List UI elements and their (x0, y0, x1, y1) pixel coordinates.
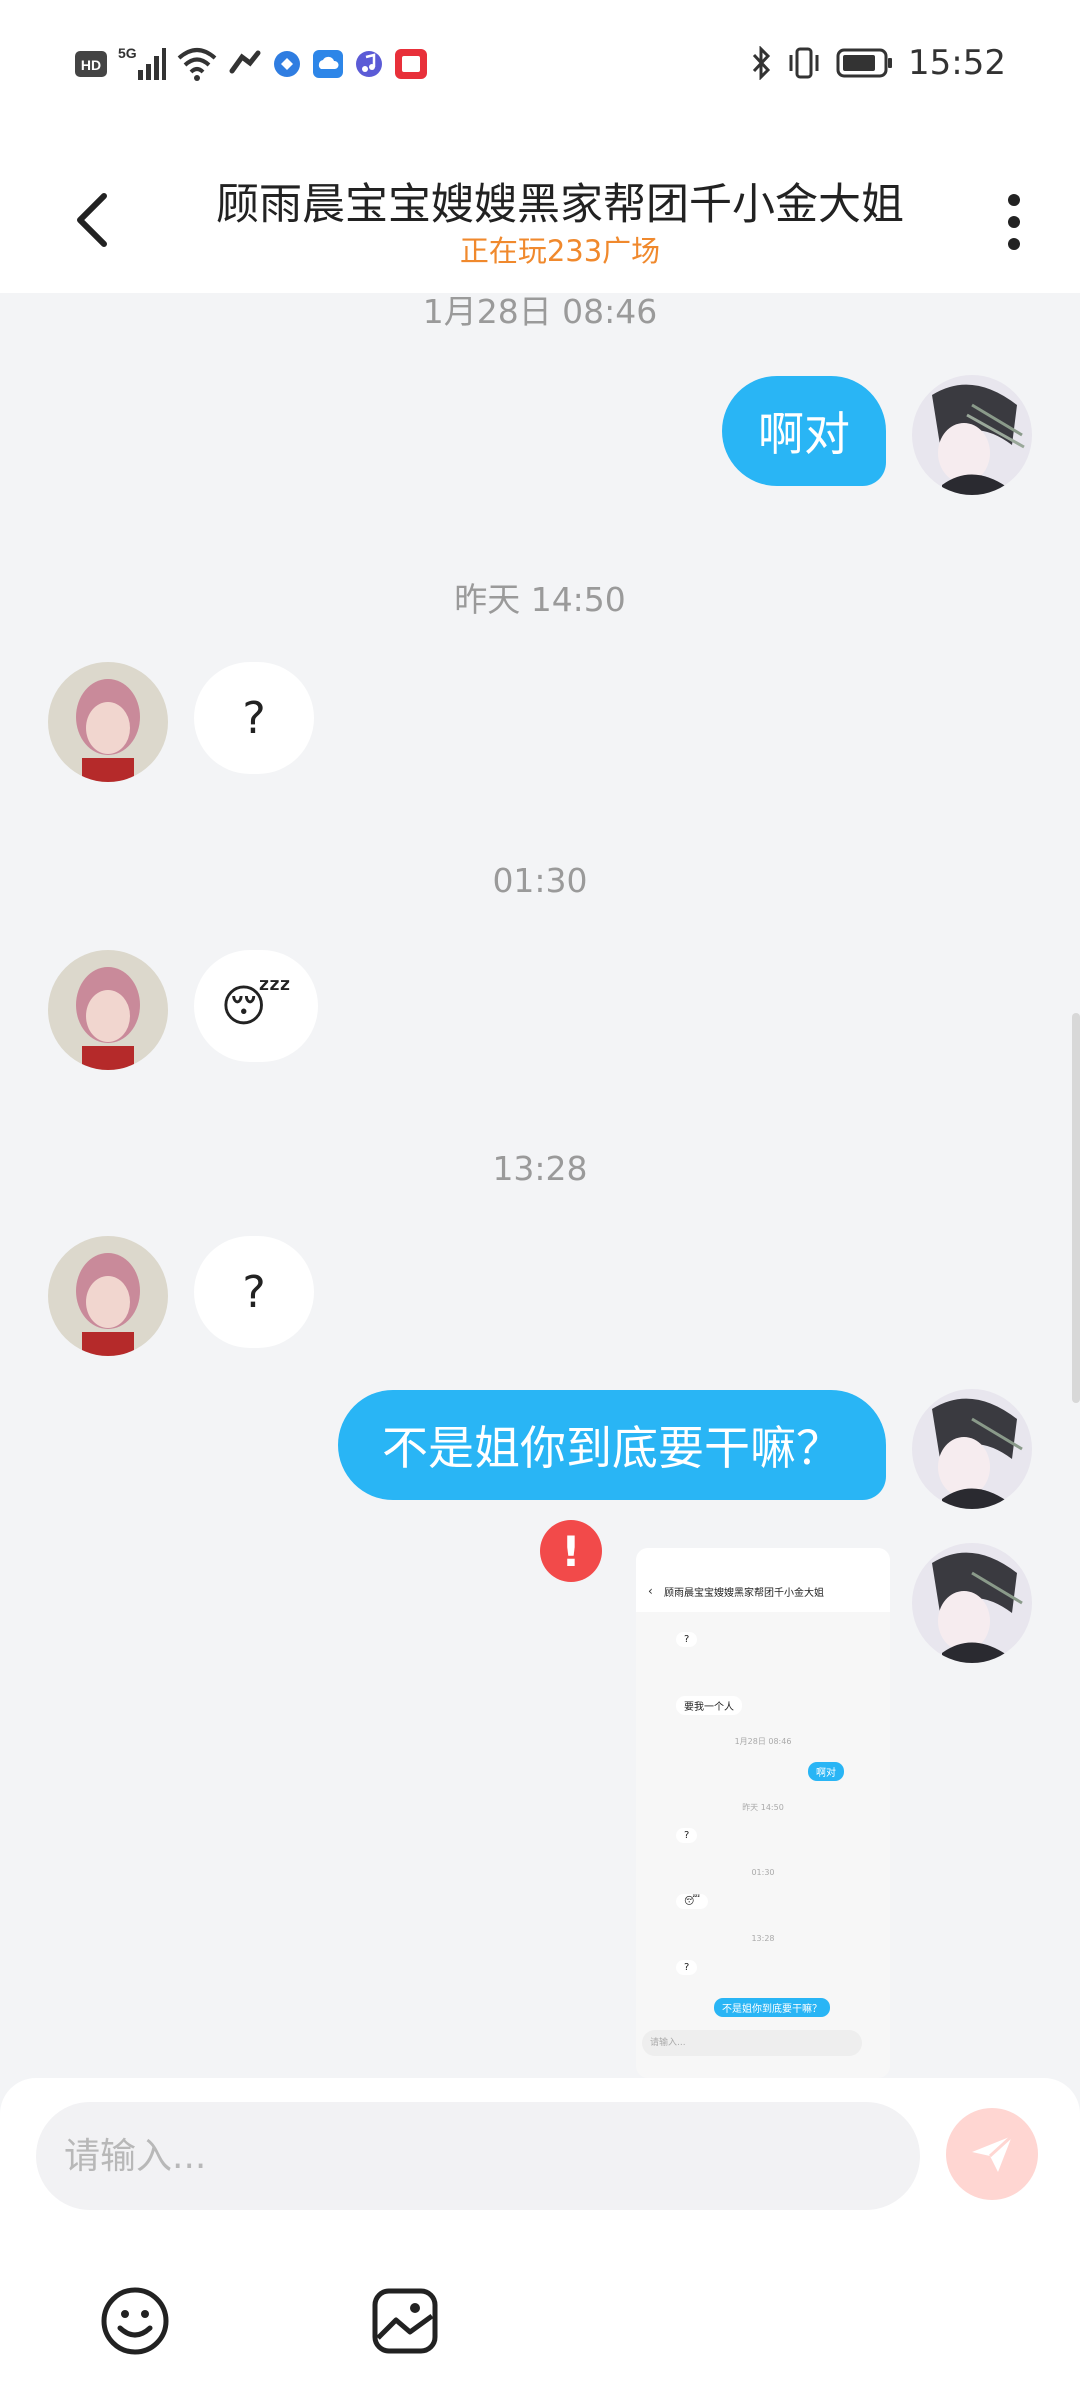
thumb-msg: ? (676, 1960, 698, 1975)
vibrate-icon (789, 47, 819, 79)
music-icon (356, 51, 382, 77)
contact-avatar[interactable] (48, 662, 168, 782)
status-time: 15:52 (908, 43, 1006, 83)
link-icon (229, 50, 261, 74)
cloud-icon (313, 50, 343, 78)
my-avatar[interactable] (912, 1389, 1032, 1509)
message-input[interactable] (36, 2102, 920, 2210)
my-avatar-image (912, 375, 1032, 495)
thumb-title: 顾雨晨宝宝嫂嫂黑家帮团千小金大姐 (664, 1588, 824, 1599)
send-failed-icon[interactable]: ! (540, 1520, 602, 1582)
contact-avatar-image (48, 950, 168, 1070)
back-icon[interactable] (70, 190, 116, 250)
contact-avatar-image (48, 662, 168, 782)
status-left-icons: HD 5G (74, 44, 428, 84)
thumb-msg-out: 不是姐你到底要干嘛？ (714, 1998, 830, 2017)
thumb-back-icon: ‹ (648, 1584, 653, 1598)
svg-text:HD: HD (81, 57, 101, 73)
composer (0, 2078, 1080, 2388)
thumb-msg: ? (676, 1828, 698, 1843)
my-avatar-image (912, 1543, 1032, 1663)
book-icon (395, 49, 427, 79)
thumb-timestamp: 13:28 (751, 1934, 775, 1943)
thumb-timestamp: 01:30 (751, 1868, 775, 1877)
status-bar: HD 5G 15:52 (0, 0, 1080, 130)
timestamp: 昨天 14:50 (454, 580, 626, 619)
timestamp: 01:30 (492, 861, 588, 900)
message-bubble-outgoing[interactable]: 不是姐你到底要干嘛？ (338, 1390, 886, 1500)
thumb-input: 请输入... (642, 2030, 862, 2056)
message-bubble-incoming[interactable]: ? (194, 662, 314, 774)
chat-title: 顾雨晨宝宝嫂嫂黑家帮团千小金大姐 (216, 180, 904, 230)
hd-icon: HD (75, 51, 107, 77)
my-avatar-image (912, 1389, 1032, 1509)
thumb-timestamp: 1月28日 08:46 (734, 1737, 792, 1746)
chat-status: 正在玩233广场 (459, 234, 661, 268)
thumb-msg: 😴 (676, 1894, 709, 1909)
thumb-msg-out: 啊对 (808, 1762, 844, 1781)
scrollbar[interactable] (1072, 1013, 1080, 1403)
chat-header: 顾雨晨宝宝嫂嫂黑家帮团千小金大姐 正在玩233广场 (0, 130, 1080, 293)
emoji-icon[interactable] (100, 2286, 170, 2356)
thumb-msg: ? (676, 1632, 698, 1647)
contact-avatar[interactable] (48, 950, 168, 1070)
chat-list[interactable]: 1月28日 08:46 啊对 昨天 14:50 ? 01:30 😴 13:28 … (0, 293, 1080, 2078)
timestamp: 13:28 (492, 1149, 588, 1188)
thumb-timestamp: 昨天 14:50 (742, 1803, 784, 1812)
send-icon (972, 2134, 1014, 2172)
timestamp: 1月28日 08:46 (422, 293, 658, 331)
image-picker-icon[interactable] (370, 2286, 440, 2356)
my-avatar[interactable] (912, 375, 1032, 495)
message-bubble-incoming[interactable]: ? (194, 1236, 314, 1348)
contact-avatar[interactable] (48, 1236, 168, 1356)
thumb-msg: 要我一个人 (676, 1696, 742, 1715)
5g-signal-icon: 5G (118, 45, 166, 80)
more-options-icon[interactable] (1004, 192, 1024, 252)
image-message-thumbnail[interactable]: ‹ 顾雨晨宝宝嫂嫂黑家帮团千小金大姐 ? 要我一个人 1月28日 08:46 啊… (636, 1548, 890, 2078)
contact-avatar-image (48, 1236, 168, 1356)
wifi-icon (177, 48, 217, 81)
send-button[interactable] (946, 2108, 1038, 2200)
bluetooth-icon (752, 46, 771, 80)
svg-text:5G: 5G (118, 45, 137, 61)
thumb-header: ‹ 顾雨晨宝宝嫂嫂黑家帮团千小金大姐 (636, 1548, 890, 1612)
status-right: 15:52 (750, 42, 1006, 84)
app-icon (274, 51, 300, 77)
message-bubble-outgoing[interactable]: 啊对 (722, 376, 886, 486)
battery-icon (836, 48, 893, 78)
my-avatar[interactable] (912, 1543, 1032, 1663)
message-bubble-incoming[interactable]: 😴 (194, 950, 318, 1062)
